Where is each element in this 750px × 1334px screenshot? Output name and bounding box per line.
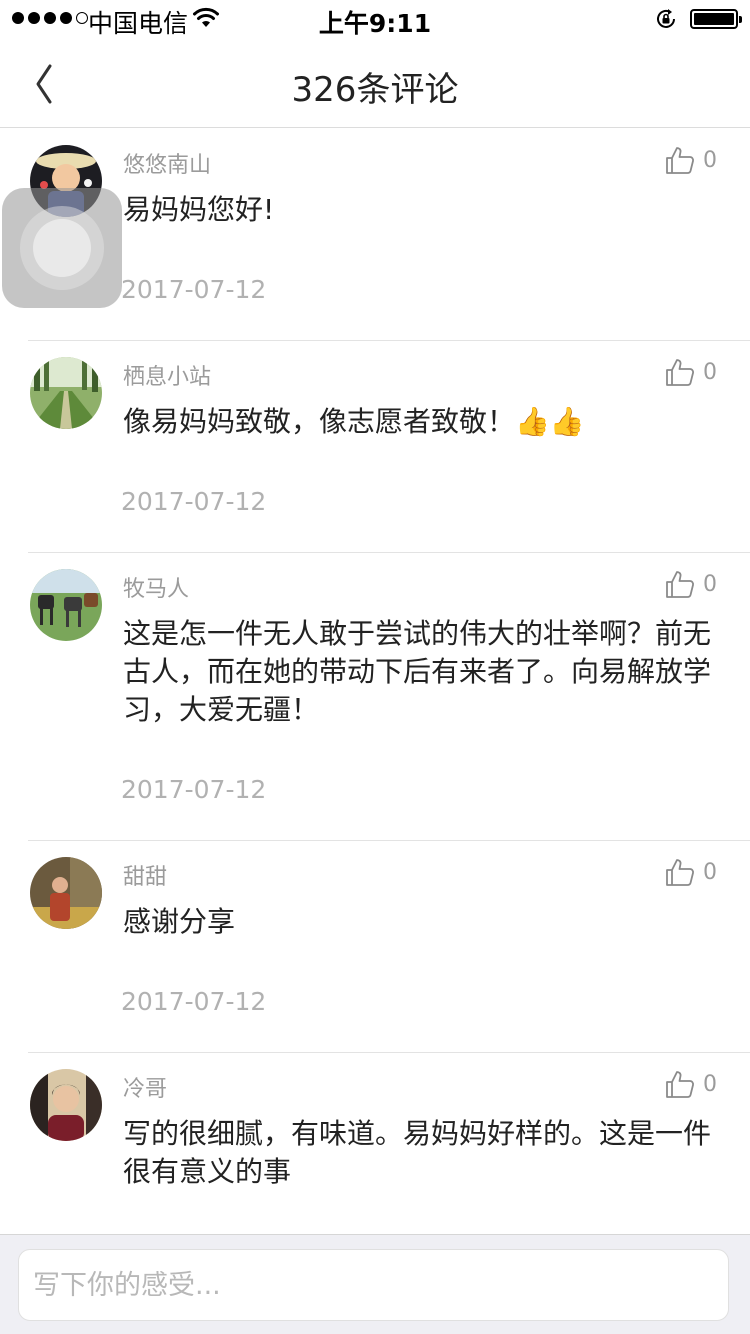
like-count: 0 bbox=[703, 1071, 717, 1097]
thumbs-up-icon bbox=[666, 147, 694, 174]
comment-text: 这是怎一件无人敢于尝试的伟大的壮举啊？前无古人，而在她的带动下后有来者了。向易解… bbox=[123, 617, 712, 726]
comment-item: 冷哥 0 写的很细腻，有味道。易妈妈好样的。这是一件很有意义的事 bbox=[0, 1053, 750, 1246]
thumbs-up-icon bbox=[666, 359, 694, 386]
thumbs-up-icon bbox=[666, 859, 694, 886]
avatar[interactable] bbox=[30, 569, 102, 641]
comment-date: 2017-07-12 bbox=[121, 987, 267, 1016]
comment-item: 栖息小站 0 像易妈妈致敬，像志愿者致敬！👍👍 2017-07-12 bbox=[0, 341, 750, 553]
thumbs-up-icon bbox=[666, 1071, 694, 1098]
like-button[interactable]: 0 bbox=[665, 1069, 717, 1099]
like-count: 0 bbox=[703, 859, 717, 885]
like-button[interactable]: 0 bbox=[665, 357, 717, 387]
like-button[interactable]: 0 bbox=[665, 857, 717, 887]
like-button[interactable]: 0 bbox=[665, 569, 717, 599]
comment-date: 2017-07-12 bbox=[121, 275, 267, 304]
comment-item: 甜甜 0 感谢分享 2017-07-12 bbox=[0, 841, 750, 1053]
page-title: 326条评论 bbox=[291, 70, 459, 110]
comment-text: 写的很细腻，有味道。易妈妈好样的。这是一件很有意义的事 bbox=[123, 1117, 712, 1188]
comment-input-bar bbox=[0, 1234, 750, 1334]
comment-username: 悠悠南山 bbox=[123, 153, 212, 178]
comment-text: 像易妈妈致敬，像志愿者致敬！👍👍 bbox=[123, 405, 585, 438]
comment-text: 感谢分享 bbox=[123, 905, 236, 938]
like-count: 0 bbox=[703, 359, 717, 385]
assistive-touch-core bbox=[33, 219, 91, 277]
comment-input[interactable] bbox=[18, 1249, 729, 1321]
comment-username: 栖息小站 bbox=[123, 365, 212, 390]
assistive-touch-button[interactable] bbox=[2, 188, 122, 308]
avatar[interactable] bbox=[30, 357, 102, 429]
avatar[interactable] bbox=[30, 857, 102, 929]
thumbs-up-icon bbox=[666, 571, 694, 598]
comment-date: 2017-07-12 bbox=[121, 487, 267, 516]
battery-icon bbox=[690, 9, 742, 29]
comment-username: 甜甜 bbox=[123, 865, 168, 890]
comment-item: 牧马人 0 这是怎一件无人敢于尝试的伟大的壮举啊？前无古人，而在她的带动下后有来… bbox=[0, 553, 750, 841]
like-count: 0 bbox=[703, 147, 717, 173]
like-button[interactable]: 0 bbox=[665, 145, 717, 175]
navigation-bar: 326条评论 bbox=[0, 40, 750, 128]
comment-date: 2017-07-12 bbox=[121, 775, 267, 804]
comment-username: 冷哥 bbox=[123, 1077, 168, 1102]
avatar[interactable] bbox=[30, 1069, 102, 1141]
status-time: 上午9:11 bbox=[318, 9, 432, 38]
like-count: 0 bbox=[703, 571, 717, 597]
battery-fill bbox=[694, 13, 734, 25]
rotation-lock-icon bbox=[654, 7, 678, 35]
comments-screen: 中国电信 上午9:11 326条评论 悠悠南山 0 易妈妈您好! 2017-07… bbox=[0, 0, 750, 1334]
battery-tip bbox=[739, 16, 742, 23]
comment-username: 牧马人 bbox=[123, 577, 190, 602]
status-bar: 中国电信 上午9:11 bbox=[0, 0, 750, 40]
comment-text: 易妈妈您好! bbox=[123, 193, 275, 226]
